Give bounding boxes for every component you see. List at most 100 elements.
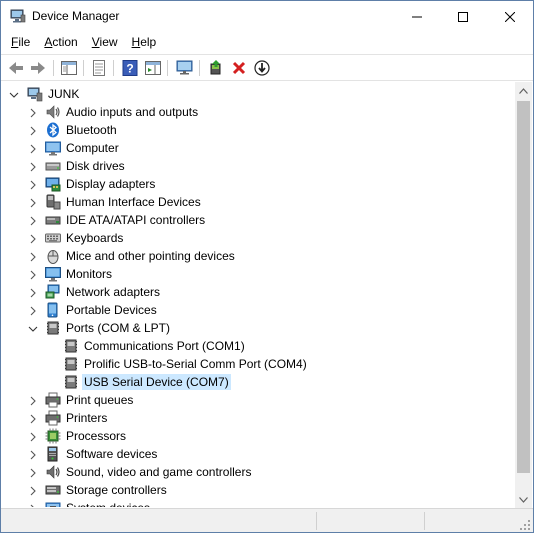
speaker-icon bbox=[45, 104, 61, 120]
expand-arrow-icon[interactable] bbox=[28, 413, 38, 424]
expand-arrow-icon[interactable] bbox=[28, 143, 38, 154]
tree-item-label: Portable Devices bbox=[66, 303, 157, 317]
help-icon[interactable]: ? bbox=[120, 58, 140, 78]
bluetooth-icon bbox=[45, 122, 61, 138]
collapse-arrow-icon[interactable] bbox=[28, 323, 38, 333]
expand-arrow-icon[interactable] bbox=[28, 287, 38, 298]
menu-action[interactable]: Action bbox=[37, 32, 84, 53]
title-bar[interactable]: Device Manager bbox=[1, 1, 533, 32]
expand-arrow-icon[interactable] bbox=[28, 449, 38, 460]
expand-arrow-icon[interactable] bbox=[28, 233, 38, 244]
tree-item-label: Display adapters bbox=[66, 177, 156, 191]
status-segment-3 bbox=[425, 512, 521, 530]
tree-item-label: Disk drives bbox=[66, 159, 125, 173]
scan-hardware-icon[interactable] bbox=[175, 58, 195, 78]
tree-item-ide-ata-atapi-controllers[interactable]: IDE ATA/ATAPI controllers bbox=[1, 211, 515, 229]
tree-item-communications-port-com1[interactable]: Communications Port (COM1) bbox=[1, 337, 515, 355]
scroll-up-button[interactable] bbox=[515, 82, 532, 99]
expand-arrow-icon[interactable] bbox=[28, 503, 38, 507]
menu-help[interactable]: Help bbox=[125, 32, 164, 53]
tree-root-junk[interactable]: JUNK bbox=[1, 85, 515, 103]
menu-view[interactable]: View bbox=[85, 32, 125, 53]
tree-item-audio-inputs-and-outputs[interactable]: Audio inputs and outputs bbox=[1, 103, 515, 121]
port-icon bbox=[45, 320, 61, 336]
computer-root-icon bbox=[27, 86, 43, 102]
update-driver-icon[interactable] bbox=[206, 58, 226, 78]
tree-item-label: Ports (COM & LPT) bbox=[66, 321, 171, 335]
tree-item-processors[interactable]: Processors bbox=[1, 427, 515, 445]
properties-icon[interactable] bbox=[89, 58, 109, 78]
tree-item-label: Audio inputs and outputs bbox=[66, 105, 199, 119]
expand-arrow-icon[interactable] bbox=[28, 179, 38, 190]
expand-arrow-icon[interactable] bbox=[28, 269, 38, 280]
tree-item-storage-controllers[interactable]: Storage controllers bbox=[1, 481, 515, 499]
maximize-button[interactable] bbox=[440, 1, 486, 32]
display-adapter-icon bbox=[45, 176, 61, 192]
tree-item-label: Network adapters bbox=[66, 285, 161, 299]
tree-item-ports-com-lpt[interactable]: Ports (COM & LPT) bbox=[1, 319, 515, 337]
scroll-down-button[interactable] bbox=[515, 491, 532, 508]
disable-device-icon[interactable] bbox=[252, 58, 272, 78]
forward-icon[interactable] bbox=[28, 58, 48, 78]
monitor-icon bbox=[45, 266, 61, 282]
tree-item-system-devices[interactable]: System devices bbox=[1, 499, 515, 507]
tree-item-prolific-usb-to-serial-comm-port-com4[interactable]: Prolific USB-to-Serial Comm Port (COM4) bbox=[1, 355, 515, 373]
tree-item-portable-devices[interactable]: Portable Devices bbox=[1, 301, 515, 319]
device-tree[interactable]: JUNK Audio inputs and outputs Bluetooth Com… bbox=[1, 82, 515, 507]
printer-icon bbox=[45, 410, 61, 426]
tree-item-sound-video-and-game-controllers[interactable]: Sound, video and game controllers bbox=[1, 463, 515, 481]
tree-item-label: Prolific USB-to-Serial Comm Port (COM4) bbox=[84, 357, 307, 371]
show-hide-console-tree-icon[interactable] bbox=[59, 58, 79, 78]
status-segment-main bbox=[1, 512, 317, 530]
expand-arrow-icon[interactable] bbox=[28, 485, 38, 496]
tree-item-label: Bluetooth bbox=[66, 123, 117, 137]
expand-arrow-icon[interactable] bbox=[28, 197, 38, 208]
tree-item-monitors[interactable]: Monitors bbox=[1, 265, 515, 283]
port-icon bbox=[63, 356, 79, 372]
menu-file[interactable]: File bbox=[4, 32, 37, 53]
window-title: Device Manager bbox=[32, 9, 120, 23]
tree-item-label: Computer bbox=[66, 141, 119, 155]
sound-icon bbox=[45, 464, 61, 480]
disk-drive-icon bbox=[45, 158, 61, 174]
close-button[interactable] bbox=[487, 1, 533, 32]
tree-item-label: Printers bbox=[66, 411, 108, 425]
expand-arrow-icon[interactable] bbox=[28, 161, 38, 172]
collapse-arrow-icon[interactable] bbox=[9, 89, 19, 99]
expand-arrow-icon[interactable] bbox=[28, 125, 38, 136]
scroll-thumb[interactable] bbox=[517, 101, 530, 473]
tree-item-label: Storage controllers bbox=[66, 483, 167, 497]
tree-item-network-adapters[interactable]: Network adapters bbox=[1, 283, 515, 301]
tree-item-keyboards[interactable]: Keyboards bbox=[1, 229, 515, 247]
expand-arrow-icon[interactable] bbox=[28, 305, 38, 316]
expand-arrow-icon[interactable] bbox=[28, 395, 38, 406]
expand-arrow-icon[interactable] bbox=[28, 215, 38, 226]
back-icon[interactable] bbox=[6, 58, 26, 78]
tree-item-disk-drives[interactable]: Disk drives bbox=[1, 157, 515, 175]
show-action-pane-icon[interactable] bbox=[143, 58, 163, 78]
vertical-scrollbar[interactable] bbox=[515, 82, 532, 508]
mouse-icon bbox=[45, 248, 61, 264]
tree-item-human-interface-devices[interactable]: Human Interface Devices bbox=[1, 193, 515, 211]
storage-controller-icon bbox=[45, 482, 61, 498]
expand-arrow-icon[interactable] bbox=[28, 251, 38, 262]
tree-item-label: Print queues bbox=[66, 393, 134, 407]
tree-item-printers[interactable]: Printers bbox=[1, 409, 515, 427]
tree-item-bluetooth[interactable]: Bluetooth bbox=[1, 121, 515, 139]
tree-item-label: Keyboards bbox=[66, 231, 124, 245]
tree-item-print-queues[interactable]: Print queues bbox=[1, 391, 515, 409]
tree-item-computer[interactable]: Computer bbox=[1, 139, 515, 157]
tree-item-label: Monitors bbox=[66, 267, 113, 281]
expand-arrow-icon[interactable] bbox=[28, 107, 38, 118]
expand-arrow-icon[interactable] bbox=[28, 467, 38, 478]
tree-item-software-devices[interactable]: Software devices bbox=[1, 445, 515, 463]
tree-item-display-adapters[interactable]: Display adapters bbox=[1, 175, 515, 193]
uninstall-device-icon[interactable] bbox=[229, 58, 249, 78]
resize-grip-icon[interactable] bbox=[519, 519, 531, 531]
system-device-icon bbox=[45, 500, 61, 507]
tree-item-mice-and-other-pointing-devices[interactable]: Mice and other pointing devices bbox=[1, 247, 515, 265]
minimize-button[interactable] bbox=[394, 1, 440, 32]
expand-arrow-icon[interactable] bbox=[28, 431, 38, 442]
tree-item-usb-serial-device-com7[interactable]: USB Serial Device (COM7) bbox=[1, 373, 515, 391]
port-icon bbox=[63, 338, 79, 354]
